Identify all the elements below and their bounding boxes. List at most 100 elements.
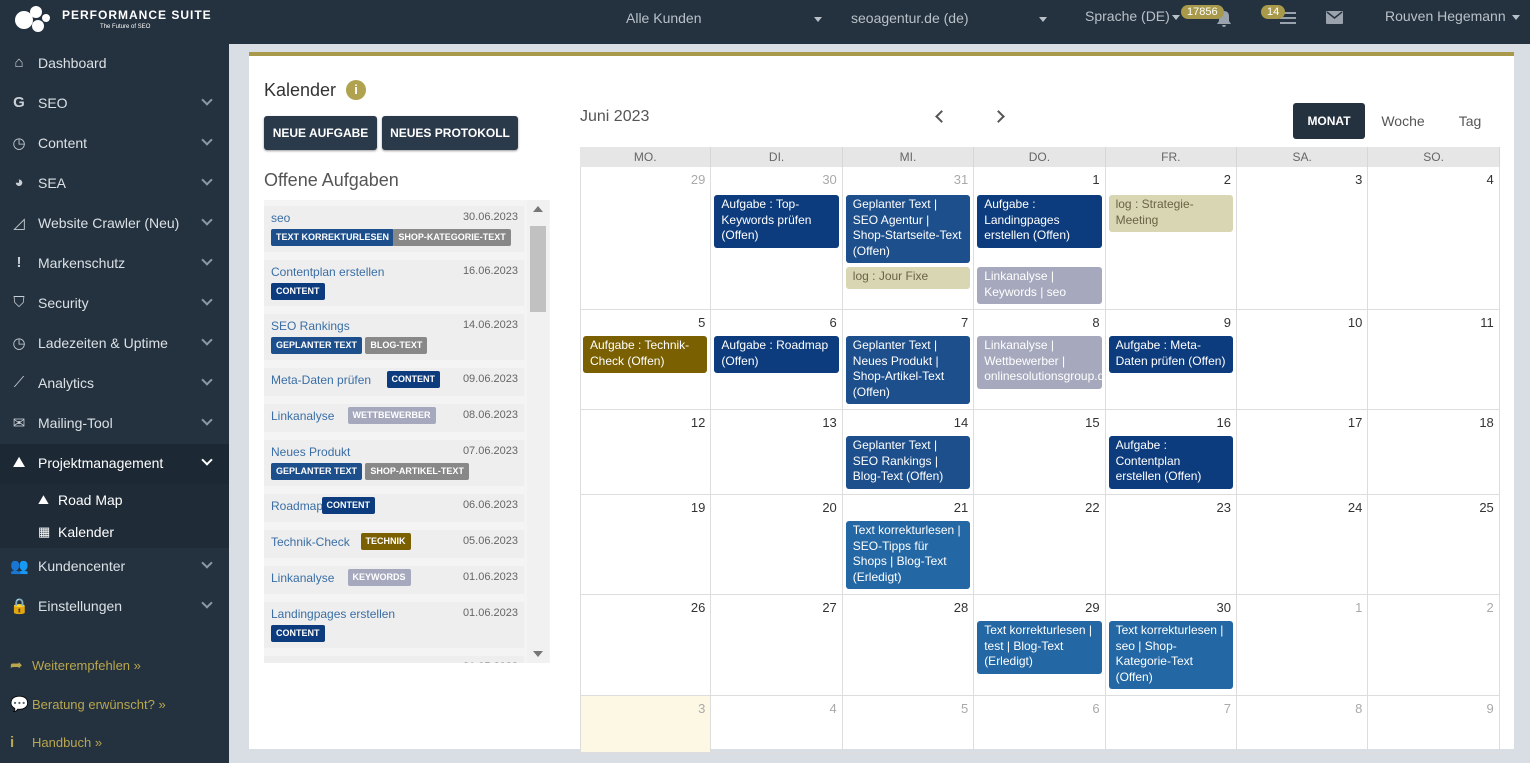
- calendar-event[interactable]: Aufgabe : Landingpages erstellen (Offen): [977, 195, 1102, 248]
- calendar-day-cell[interactable]: 9: [1368, 696, 1500, 753]
- footer-link-handbuch[interactable]: i Handbuch »: [10, 734, 102, 751]
- task-item[interactable]: SEO Rankings 14.06.2023 GEPLANTER TEXT BLOG…: [264, 314, 524, 360]
- task-name[interactable]: Meta-Daten prüfen: [271, 373, 371, 387]
- sidebar-item-einstellungen[interactable]: 🔒 Einstellungen: [0, 587, 229, 627]
- calendar-day-cell[interactable]: 11: [1368, 310, 1500, 410]
- sidebar-item-security[interactable]: ⛉ Security: [0, 284, 229, 324]
- calendar-day-cell[interactable]: 27: [711, 595, 843, 696]
- calendar-event[interactable]: Linkanalyse | Wettbewerber | onlinesolut…: [977, 336, 1102, 389]
- sidebar-item-content[interactable]: ◷ Content: [0, 124, 229, 164]
- task-name[interactable]: Neues Produkt: [271, 445, 350, 459]
- info-icon[interactable]: i: [346, 80, 366, 100]
- task-name[interactable]: Technik-Check: [271, 535, 350, 549]
- calendar-day-cell[interactable]: 10: [1237, 310, 1369, 410]
- tasks-scrollbar[interactable]: [527, 200, 549, 663]
- calendar-day-cell[interactable]: 28: [842, 595, 975, 696]
- task-item[interactable]: Linkanalyse 08.06.2023 WETTBEWERBER: [264, 404, 524, 432]
- sidebar-subitem-road-map[interactable]: ⛰ Road Map: [0, 484, 229, 516]
- new-protocol-button[interactable]: NEUES PROTOKOLL: [382, 116, 518, 150]
- calendar-event[interactable]: log : Jour Fixe: [845, 267, 971, 289]
- calendar-day-cell[interactable]: 22: [974, 495, 1106, 595]
- sidebar-item-mailing-tool[interactable]: ✉ Mailing-Tool: [0, 404, 229, 444]
- prev-month-icon[interactable]: [935, 110, 948, 123]
- sidebar-item-ladezeiten[interactable]: ◷ Ladezeiten & Uptime: [0, 324, 229, 364]
- calendar-event[interactable]: Aufgabe : Technik-Check (Offen): [583, 336, 708, 373]
- view-week-button[interactable]: Woche: [1373, 103, 1433, 139]
- sidebar-item-sea[interactable]: ◕ SEA: [0, 164, 229, 204]
- calendar-day-cell[interactable]: 26: [580, 595, 712, 696]
- task-name[interactable]: Landingpages erstellen: [271, 607, 395, 621]
- calendar-event[interactable]: Geplanter Text | SEO Agentur | Shop-Star…: [845, 195, 971, 263]
- calendar-day-cell[interactable]: 12: [580, 410, 712, 495]
- calendar-day-cell[interactable]: 18: [1368, 410, 1500, 495]
- task-item[interactable]: seo 30.06.2023 TEXT KORREKTURLESEN SHOP-KAT…: [264, 206, 524, 252]
- calendar-day-cell[interactable]: 19: [580, 495, 712, 595]
- calendar-event[interactable]: Text korrekturlesen | SEO-Tipps für Shop…: [845, 521, 971, 589]
- task-item[interactable]: Landingpages erstellen 01.06.2023 CONTENT: [264, 602, 524, 648]
- footer-link-weiterempfehlen[interactable]: ➦ Weiterempfehlen »: [10, 656, 141, 674]
- sidebar-item-website-crawler[interactable]: ◿ Website Crawler (Neu): [0, 204, 229, 244]
- calendar-day-cell[interactable]: 4: [1368, 167, 1500, 310]
- calendar-day-cell[interactable]: 1: [1237, 595, 1369, 696]
- user-menu[interactable]: Rouven Hegemann: [1385, 8, 1506, 24]
- language-select[interactable]: Sprache (DE): [1085, 8, 1170, 24]
- task-item[interactable]: SEO Agentur 31.05.2023: [264, 656, 524, 663]
- sidebar-subitem-kalender[interactable]: ▦ Kalender: [0, 516, 229, 548]
- footer-link-beratung[interactable]: 💬 Beratung erwünscht? »: [10, 695, 166, 713]
- task-item[interactable]: Neues Produkt 07.06.2023 GEPLANTER TEXT SHO…: [264, 440, 524, 486]
- logo[interactable]: PERFORMANCE SUITE The Future of SEO: [12, 4, 212, 40]
- calendar-event[interactable]: Aufgabe : Roadmap (Offen): [714, 336, 839, 373]
- new-task-button[interactable]: NEUE AUFGABE: [264, 116, 377, 150]
- scroll-up-icon[interactable]: [533, 206, 543, 212]
- task-name[interactable]: SEO Agentur: [271, 661, 341, 663]
- calendar-day-cell[interactable]: 25: [1368, 495, 1500, 595]
- domain-select[interactable]: seoagentur.de (de): [851, 10, 969, 26]
- view-month-button[interactable]: MONAT: [1293, 103, 1365, 139]
- calendar-day-cell[interactable]: 3: [1237, 167, 1369, 310]
- calendar-day-cell[interactable]: 23: [1105, 495, 1237, 595]
- customer-select[interactable]: Alle Kunden: [626, 10, 702, 26]
- calendar-day-cell[interactable]: 24: [1237, 495, 1369, 595]
- calendar-day-cell[interactable]: 29: [580, 167, 712, 310]
- calendar-day-cell[interactable]: 2: [1105, 167, 1237, 310]
- view-day-button[interactable]: Tag: [1441, 103, 1499, 139]
- calendar-day-cell[interactable]: 8: [1237, 696, 1369, 753]
- open-tasks-list[interactable]: seo 30.06.2023 TEXT KORREKTURLESEN SHOP-KAT…: [264, 200, 550, 663]
- sidebar-item-kundencenter[interactable]: 👥 Kundencenter: [0, 547, 229, 587]
- scrollbar-thumb[interactable]: [530, 226, 546, 312]
- task-item[interactable]: Meta-Daten prüfen 09.06.2023 CONTENT: [264, 368, 524, 396]
- task-item[interactable]: Roadmap 06.06.2023 CONTENT: [264, 494, 524, 522]
- calendar-event[interactable]: Text korrekturlesen | test | Blog-Text (…: [977, 621, 1102, 674]
- sidebar-item-markenschutz[interactable]: ! Markenschutz: [0, 244, 229, 284]
- task-item[interactable]: Technik-Check 05.06.2023 TECHNIK: [264, 530, 524, 558]
- calendar-event[interactable]: Text korrekturlesen | seo | Shop-Kategor…: [1108, 621, 1233, 689]
- sidebar-item-dashboard[interactable]: ⌂ Dashboard: [0, 44, 229, 84]
- task-item[interactable]: Contentplan erstellen 16.06.2023 CONTENT: [264, 260, 524, 306]
- task-name[interactable]: seo: [271, 211, 290, 225]
- calendar-day-cell[interactable]: 17: [1237, 410, 1369, 495]
- calendar-day-cell[interactable]: 7: [1105, 696, 1237, 753]
- sidebar-item-projektmanagement[interactable]: ⛰ Projektmanagement: [0, 444, 229, 484]
- task-item[interactable]: Linkanalyse 01.06.2023 KEYWORDS: [264, 566, 524, 594]
- calendar-event[interactable]: Aufgabe : Contentplan erstellen (Offen): [1108, 436, 1233, 489]
- calendar-day-cell[interactable]: 20: [711, 495, 843, 595]
- calendar-event[interactable]: log : Strategie-Meeting: [1108, 195, 1233, 232]
- task-name[interactable]: SEO Rankings: [271, 319, 350, 333]
- calendar-event[interactable]: Aufgabe : Top-Keywords prüfen (Offen): [714, 195, 839, 248]
- next-month-icon[interactable]: [992, 110, 1005, 123]
- task-name[interactable]: Linkanalyse: [271, 571, 334, 585]
- sidebar-item-seo[interactable]: G SEO: [0, 84, 229, 124]
- calendar-day-cell[interactable]: 6: [974, 696, 1106, 753]
- scroll-down-icon[interactable]: [533, 651, 543, 657]
- calendar-day-cell[interactable]: 5: [842, 696, 975, 753]
- calendar-event[interactable]: Linkanalyse | Keywords | seo: [977, 267, 1102, 304]
- calendar-day-cell[interactable]: 3: [580, 696, 712, 753]
- task-name[interactable]: Linkanalyse: [271, 409, 334, 423]
- task-name[interactable]: Contentplan erstellen: [271, 265, 384, 279]
- envelope-icon[interactable]: [1326, 11, 1343, 24]
- calendar-event[interactable]: Geplanter Text | Neues Produkt | Shop-Ar…: [845, 336, 971, 404]
- calendar-day-cell[interactable]: 4: [711, 696, 843, 753]
- calendar-day-cell[interactable]: 13: [711, 410, 843, 495]
- calendar-event[interactable]: Geplanter Text | SEO Rankings | Blog-Tex…: [845, 436, 971, 489]
- calendar-day-cell[interactable]: 15: [974, 410, 1106, 495]
